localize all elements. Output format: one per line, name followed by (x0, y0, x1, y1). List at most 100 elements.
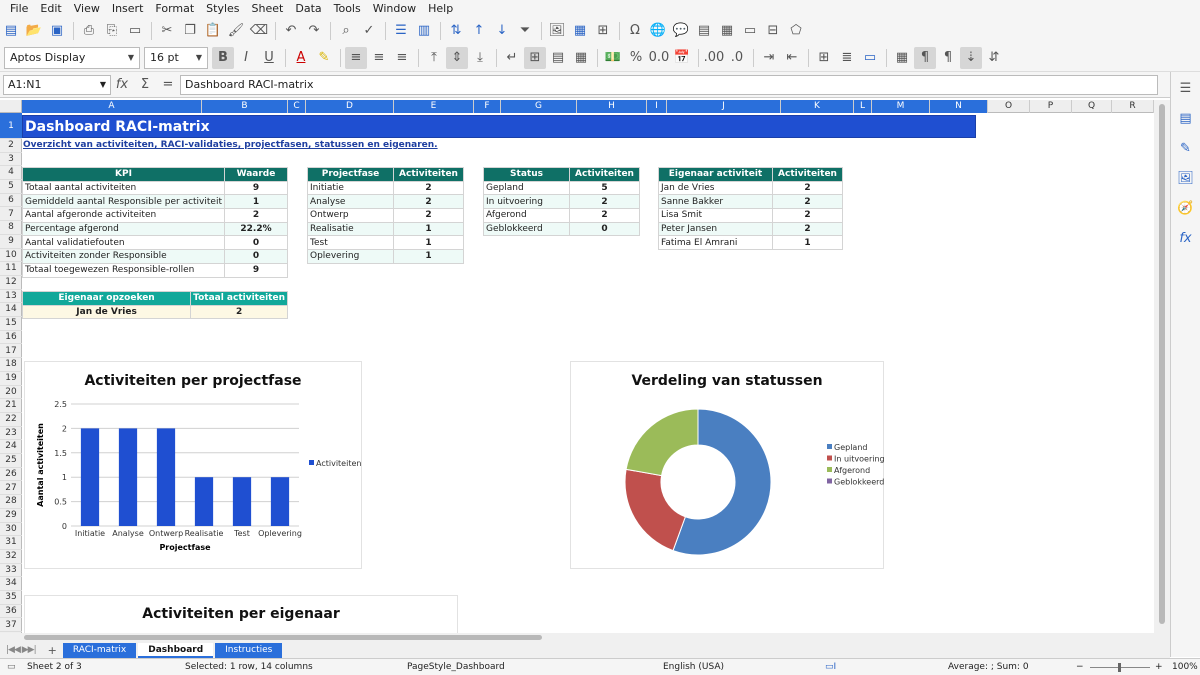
eigenaar-value-cell[interactable]: 2 (772, 180, 843, 196)
menu-file[interactable]: File (4, 0, 34, 17)
eigenaar-value-cell[interactable]: 2 (772, 208, 843, 223)
menu-format[interactable]: Format (149, 0, 200, 17)
open-folder-icon[interactable]: 📂 (23, 20, 45, 42)
fase-value-cell[interactable]: 2 (393, 194, 464, 210)
kpi-value-cell[interactable]: 0 (223, 249, 289, 264)
add-sheet-icon[interactable]: + (42, 644, 63, 657)
row-header-34[interactable]: 34 (0, 577, 22, 592)
row-header-9[interactable]: 9 (0, 235, 22, 249)
sort-ascending-icon[interactable]: ↑ (468, 20, 490, 42)
menu-edit[interactable]: Edit (34, 0, 67, 17)
eigenaar-label-cell[interactable]: Peter Jansen (658, 221, 773, 237)
horizontal-scrollbar[interactable] (0, 633, 1170, 642)
column-header-d[interactable]: D (306, 100, 394, 113)
pivot-table-icon[interactable]: ⊞ (592, 20, 614, 42)
fase-label-cell[interactable]: Analyse (307, 194, 394, 210)
menu-view[interactable]: View (68, 0, 106, 17)
row-header-2[interactable]: 2 (0, 139, 22, 153)
select-all-corner[interactable] (0, 100, 22, 113)
sort-icon[interactable]: ⇅ (445, 20, 467, 42)
status-value-cell[interactable]: 0 (569, 221, 640, 237)
undo-icon[interactable]: ↶ (280, 20, 302, 42)
row-icon[interactable]: ☰ (390, 20, 412, 42)
print-icon[interactable]: ⎘ (101, 20, 123, 42)
name-box[interactable]: A1:N1 ▼ (3, 74, 111, 95)
underline-icon[interactable]: U (258, 47, 280, 69)
properties-icon[interactable]: ▤ (1175, 108, 1197, 130)
menu-tools[interactable]: Tools (328, 0, 367, 17)
eigenaar-label-cell[interactable]: Sanne Bakker (658, 194, 773, 210)
status-label-cell[interactable]: Afgerond (483, 208, 570, 223)
eigenaar-value-cell[interactable]: 2 (772, 194, 843, 210)
status-value-cell[interactable]: 2 (569, 208, 640, 223)
conditional-format-icon[interactable]: ▦ (891, 47, 913, 69)
wrap-vertical-icon[interactable]: ⇣ (960, 46, 982, 69)
fase-value-cell[interactable]: 1 (393, 221, 464, 237)
functions-icon[interactable]: fx (1175, 228, 1197, 250)
row-header-7[interactable]: 7 (0, 208, 22, 222)
align-bottom-icon[interactable]: ⤓ (469, 47, 491, 69)
split-window-icon[interactable]: ⊟ (762, 20, 784, 42)
row-header-19[interactable]: 19 (0, 372, 22, 386)
formula-equals-icon[interactable]: = (157, 74, 179, 96)
status-value-cell[interactable]: 2 (569, 194, 640, 210)
menu-styles[interactable]: Styles (200, 0, 245, 17)
save-icon[interactable]: ▣ (46, 20, 68, 42)
define-print-area-icon[interactable]: ▦ (716, 20, 738, 42)
status-pagestyle[interactable]: PageStyle_Dashboard (407, 662, 505, 672)
status-language[interactable]: English (USA) (663, 662, 724, 672)
eigenaar-label-cell[interactable]: Jan de Vries (658, 180, 773, 196)
bar-realisatie[interactable] (194, 477, 214, 526)
zoom-out-icon[interactable]: − (1076, 662, 1084, 672)
clone-formatting-icon[interactable]: 🖌 (225, 20, 247, 42)
kpi-value-cell[interactable]: 9 (223, 262, 289, 278)
decrease-indent-icon[interactable]: ⇤ (781, 47, 803, 69)
row-header-3[interactable]: 3 (0, 153, 22, 167)
autofilter-icon[interactable]: ⏷ (514, 20, 536, 42)
column-header-m[interactable]: M (872, 100, 930, 113)
menu-help[interactable]: Help (422, 0, 459, 17)
menu-insert[interactable]: Insert (106, 0, 150, 17)
zoom-in-icon[interactable]: + (1155, 662, 1163, 672)
row-header-21[interactable]: 21 (0, 399, 22, 413)
spreadsheet-grid[interactable]: Dashboard RACI-matrix Overzicht van acti… (22, 113, 1154, 633)
bar-chart-eigenaar[interactable]: Activiteiten per eigenaar (24, 595, 458, 633)
bar-initiatie[interactable] (80, 428, 100, 526)
row-header-25[interactable]: 25 (0, 454, 22, 468)
column-header-o[interactable]: O (988, 100, 1030, 113)
kpi-label-cell[interactable]: Percentage afgerond (22, 221, 225, 237)
hyperlink-icon[interactable]: 🌐 (647, 20, 669, 42)
column-header-g[interactable]: G (501, 100, 577, 113)
fase-label-cell[interactable]: Oplevering (307, 249, 394, 264)
column-header-p[interactable]: P (1030, 100, 1072, 113)
fase-label-cell[interactable]: Initiatie (307, 180, 394, 196)
redo-icon[interactable]: ↷ (303, 20, 325, 42)
row-header-16[interactable]: 16 (0, 331, 22, 345)
row-header-13[interactable]: 13 (0, 290, 22, 304)
new-document-icon[interactable]: ▤ (0, 20, 22, 42)
row-header-22[interactable]: 22 (0, 413, 22, 427)
kpi-label-cell[interactable]: Aantal validatiefouten (22, 235, 225, 251)
status-label-cell[interactable]: In uitvoering (483, 194, 570, 210)
row-header-30[interactable]: 30 (0, 523, 22, 537)
row-header-29[interactable]: 29 (0, 509, 22, 523)
wrap-text-icon[interactable]: ↵ (501, 47, 523, 69)
row-header-17[interactable]: 17 (0, 345, 22, 359)
sort-descending-icon[interactable]: ↓ (491, 20, 513, 42)
align-right-icon[interactable]: ≡ (391, 47, 413, 69)
kpi-label-cell[interactable]: Totaal toegewezen Responsible-rollen (22, 262, 225, 278)
row-header-33[interactable]: 33 (0, 564, 22, 578)
row-header-32[interactable]: 32 (0, 550, 22, 564)
column-icon[interactable]: ▥ (413, 20, 435, 42)
lookup-name-input[interactable]: Jan de Vries (22, 304, 192, 320)
menu-window[interactable]: Window (367, 0, 422, 17)
font-size-box[interactable]: 16 pt ▼ (144, 46, 208, 69)
navigator-icon[interactable]: 🧭 (1175, 198, 1197, 220)
selection-mode-icon[interactable]: ▭I (825, 662, 836, 672)
column-header-h[interactable]: H (577, 100, 647, 113)
add-decimal-icon[interactable]: .00 (703, 47, 725, 69)
export-pdf-icon[interactable]: ⎙ (78, 20, 100, 42)
draw-shapes-icon[interactable]: ⬠ (785, 20, 807, 42)
dashboard-title-cell[interactable]: Dashboard RACI-matrix (22, 115, 976, 138)
eigenaar-label-cell[interactable]: Lisa Smit (658, 208, 773, 223)
